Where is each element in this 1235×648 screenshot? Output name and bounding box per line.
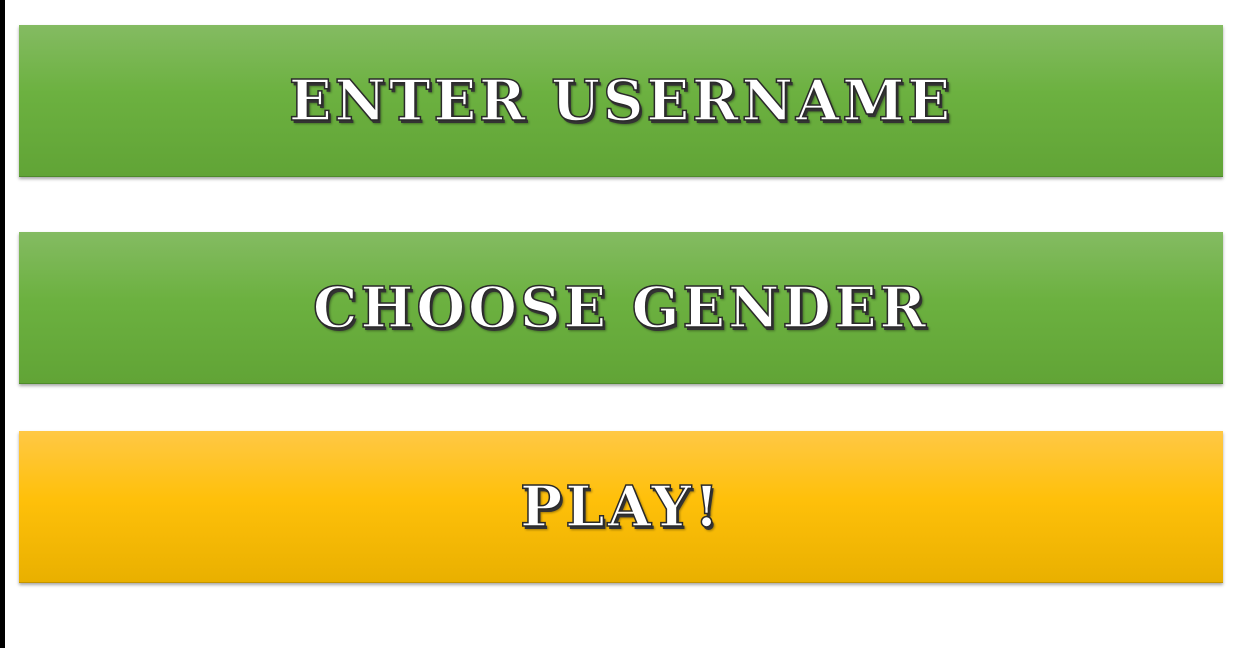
- choose-gender-button[interactable]: Choose Gender: [19, 232, 1223, 384]
- enter-username-label: Enter Username: [288, 67, 954, 135]
- choose-gender-label: Choose Gender: [312, 274, 930, 342]
- play-button[interactable]: Play!: [19, 431, 1223, 583]
- play-label: Play!: [519, 473, 722, 541]
- enter-username-button[interactable]: Enter Username: [19, 25, 1223, 177]
- window-edge: [0, 0, 5, 648]
